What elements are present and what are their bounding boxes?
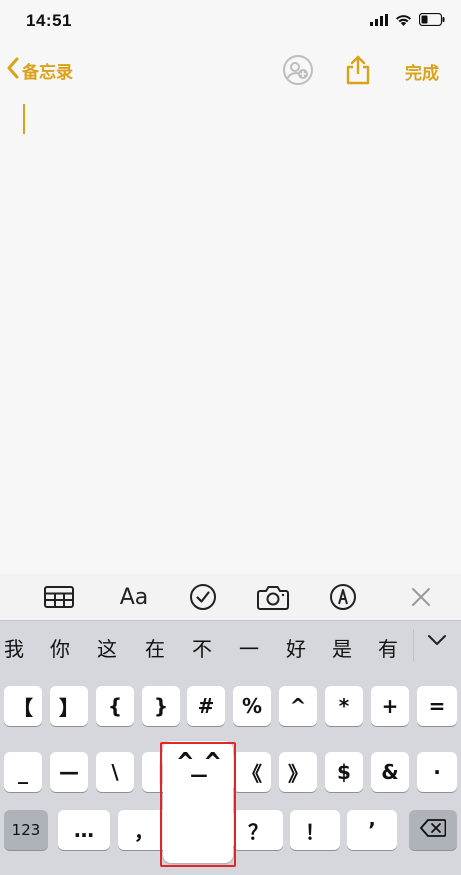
status-icons [370,12,445,31]
key[interactable]: 《 [233,752,271,792]
back-button-label: 备忘录 [22,63,73,82]
markup-pen-icon[interactable] [328,582,358,612]
done-button[interactable]: 完成 [405,59,439,84]
key[interactable]: \ [96,752,134,792]
key[interactable]: 【 [4,686,42,726]
candidate-divider [413,629,414,661]
key[interactable]: = [417,686,457,726]
table-icon[interactable] [42,582,76,612]
key[interactable]: # [187,686,225,726]
candidate-item[interactable]: 好 [286,633,306,662]
close-icon[interactable] [406,582,436,612]
key[interactable]: ？ [233,810,283,850]
collaborate-icon[interactable] [282,54,314,91]
key[interactable]: ’ [347,810,397,850]
highlight-box [160,742,236,867]
key[interactable]: · [417,752,457,792]
candidate-item[interactable]: 这 [97,633,117,662]
key[interactable]: } [142,686,180,726]
candidate-item[interactable]: 你 [50,633,70,662]
candidate-bar: 我 你 这 在 不 一 好 是 有 [0,620,461,668]
candidate-item[interactable]: 我 [4,633,24,662]
candidate-item[interactable]: 一 [239,633,259,662]
candidate-item[interactable]: 有 [378,633,398,662]
status-bar: 14:51 [0,0,461,44]
key[interactable]: + [371,686,409,726]
chevron-left-icon [6,56,20,85]
checklist-icon[interactable] [188,582,218,612]
key[interactable]: 》 [279,752,317,792]
nav-bar: 备忘录 完成 [0,48,461,92]
chevron-down-icon[interactable] [426,633,448,652]
key[interactable]: ^ [279,686,317,726]
candidate-item[interactable]: 不 [192,633,212,662]
text-format-button[interactable]: Aa [114,582,154,612]
key[interactable]: _ [4,752,42,792]
text-cursor[interactable] [23,104,25,134]
key[interactable]: { [96,686,134,726]
key[interactable]: … [58,810,110,850]
battery-icon [418,12,445,31]
key[interactable]: — [50,752,88,792]
candidate-item[interactable]: 是 [332,633,352,662]
key[interactable]: 】 [50,686,88,726]
candidate-item[interactable]: 在 [145,633,165,662]
delete-key[interactable] [409,810,457,850]
back-button[interactable]: 备忘录 [6,56,73,85]
camera-icon[interactable] [256,582,290,612]
status-time: 14:51 [26,11,72,30]
key[interactable]: % [233,686,271,726]
numbers-key[interactable]: 123 [4,810,48,850]
key[interactable]: $ [325,752,363,792]
key[interactable]: ！ [290,810,340,850]
signal-icon [370,13,388,31]
share-icon[interactable] [344,54,372,91]
key[interactable]: * [325,686,363,726]
wifi-icon [395,13,412,31]
key[interactable]: & [371,752,409,792]
delete-icon [420,818,447,842]
format-toolbar: Aa [0,574,461,620]
